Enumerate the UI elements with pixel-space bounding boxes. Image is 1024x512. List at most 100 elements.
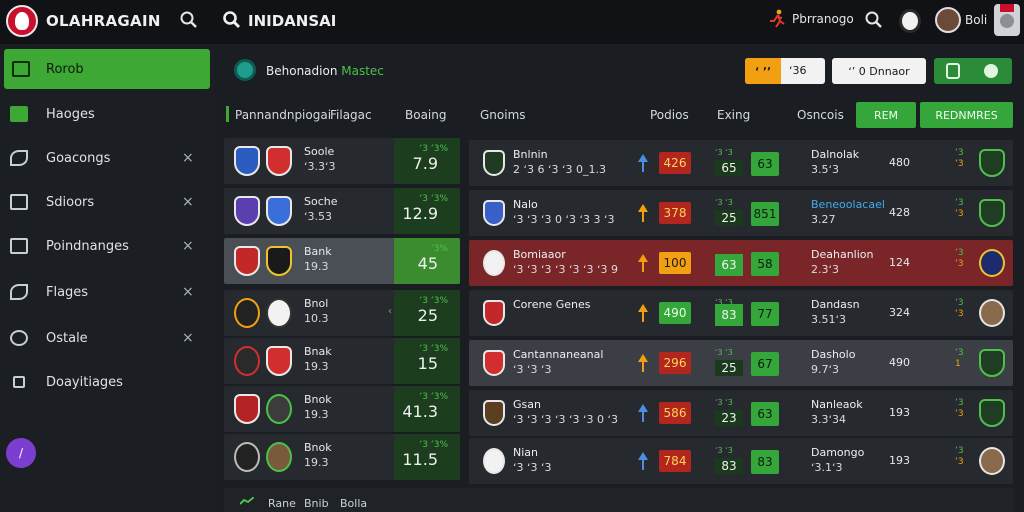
odds-change: ʻ3 ʻ3% — [419, 194, 448, 204]
ball-icon — [266, 298, 292, 328]
odds-cell[interactable]: 63 — [715, 254, 743, 276]
close-icon[interactable]: × — [182, 238, 194, 254]
odds-button[interactable]: 67 — [751, 352, 779, 376]
match-row[interactable]: Nian ʻ3 ʻ3 ʻ3 784 ʻ3 ʻ3 83 83 Damongo ʻ3.1ʻ3 193… — [469, 438, 1013, 484]
odds-button[interactable]: 426 — [659, 152, 691, 174]
column-header[interactable]: Filagac — [330, 108, 372, 122]
odds-button[interactable]: 296 — [659, 352, 691, 374]
view-toggle[interactable] — [934, 58, 1012, 84]
table-row[interactable]: Soche ʻ3.53 ʻ3 ʻ3% 12.9 — [224, 188, 460, 234]
odds-button[interactable]: 851 — [751, 202, 779, 226]
odds-cell[interactable]: 23 — [715, 410, 743, 426]
odds-button[interactable]: 586 — [659, 402, 691, 424]
sidebar-item-doayitiages[interactable]: Doayitiages — [0, 362, 210, 402]
match-row[interactable]: Bnlnin 2 ʻ3 6 ʻ3 ʻ3 0_1.3 426 ʻ3 ʻ3 65 63 Daln… — [469, 140, 1013, 186]
brand-logo[interactable] — [6, 5, 38, 37]
match-row[interactable]: Gsan ʻ3 ʻ3 ʻ3 ʻ3 ʻ3 ʻ3 0 ʻ3 586 ʻ3 ʻ3 23 63 Na… — [469, 390, 1013, 436]
odds-cell[interactable]: 25 — [715, 210, 743, 226]
avatar[interactable] — [935, 7, 961, 33]
sidebar-item-sdioors[interactable]: Sdioors × — [0, 182, 210, 222]
column-header[interactable]: Pannandnpiogai — [235, 108, 331, 122]
odds-change: ʻ3% — [430, 244, 448, 254]
table-row[interactable]: Bnak 19.3 ʻ3 ʻ3% 15 — [224, 338, 460, 384]
match-stat: ʻ3 ʻ3 ʻ3 ʻ3 ʻ3 ʻ3 0 ʻ3 — [513, 413, 618, 426]
filter-dropdown[interactable]: ʻ ʼʼ ʻ36 — [745, 58, 825, 84]
market-name: Dalnolak — [811, 148, 860, 161]
sidebar-item-haoges[interactable]: Haoges — [0, 94, 210, 134]
team-crest — [234, 146, 260, 176]
avatar-label: Boli — [965, 13, 988, 27]
odds-change: ʻ3 ʻ3% — [419, 392, 448, 402]
footer-link[interactable]: Rane — [268, 497, 296, 510]
club-badge — [979, 349, 1005, 377]
column-header[interactable]: Gnoims — [480, 108, 526, 122]
market-value: 428 — [889, 206, 910, 219]
table-row[interactable]: Bnok 19.3 ʻ3 ʻ3% 41.3 — [224, 386, 460, 432]
action-fab-button[interactable]: / — [6, 438, 36, 468]
sidebar-item-ostale[interactable]: Ostale × — [0, 318, 210, 358]
close-icon[interactable]: × — [182, 150, 194, 166]
column-header[interactable]: Boaing — [405, 108, 446, 122]
team-crest — [234, 394, 260, 424]
sidebar-item-flages[interactable]: Flages × — [0, 272, 210, 312]
team-crest — [483, 350, 505, 376]
match-row[interactable]: Nalo ʻ3 ʻ3 ʻ3 0 ʻ3 ʻ3 3 ʻ3 378 ʻ3 ʻ3 25 851 Be… — [469, 190, 1013, 236]
odds-cell[interactable]: 65 — [715, 160, 743, 176]
odds-cell[interactable]: 25 — [715, 360, 743, 376]
odds-button[interactable]: 58 — [751, 252, 779, 276]
odds-cell[interactable]: 83 — [715, 304, 743, 326]
status-indicator: ʻ3 ʻ3 — [955, 148, 964, 169]
match-row[interactable]: Corene Genes 490 ʻ3 ʻ3 83 77 Dandasn 3.51ʻ3 324… — [469, 290, 1013, 336]
odds-cell[interactable]: 83 — [715, 458, 743, 474]
sidebar-item-label: Sdioors — [46, 194, 95, 210]
team-name: Soche — [304, 195, 338, 208]
filter-chip: ʻ ʼʼ — [745, 58, 781, 84]
search-icon[interactable] — [865, 11, 883, 29]
odds-value: 25 — [417, 306, 438, 325]
odds-button[interactable]: 378 — [659, 202, 691, 224]
match-row[interactable]: Bomiaaor ʻ3 ʻ3 ʻ3 ʻ3 ʻ3 ʻ3 ʻ3 9 100 63 58 Dea… — [469, 240, 1013, 286]
team-crest — [483, 300, 505, 326]
odds-button[interactable]: 100 — [659, 252, 691, 274]
sidebar-item-rorob[interactable]: Rorob — [4, 49, 210, 89]
circle-icon — [984, 64, 998, 78]
close-icon[interactable]: × — [182, 284, 194, 300]
market-stat: ʻ3.1ʻ3 — [811, 461, 843, 474]
team-crest — [234, 298, 260, 328]
rem-button[interactable]: REM — [856, 102, 916, 128]
search-icon[interactable] — [223, 11, 241, 29]
odds-button[interactable]: 77 — [751, 302, 779, 326]
date-filter[interactable]: ʻʼ 0 Dnnaor — [832, 58, 926, 84]
profile-photo[interactable] — [994, 4, 1020, 36]
user-menu[interactable]: Pbrranogo — [768, 9, 854, 29]
table-row[interactable]: Bnol 10.3 ‹ ʻ3 ʻ3% 25 — [224, 290, 460, 336]
close-icon[interactable]: × — [182, 330, 194, 346]
market-stat: 3.3ʻ34 — [811, 413, 846, 426]
search-icon[interactable] — [180, 11, 198, 29]
close-icon[interactable]: × — [182, 194, 194, 210]
column-header[interactable]: Osncois — [797, 108, 844, 122]
table-row[interactable]: Bnok 19.3 ʻ3 ʻ3% 11.5 — [224, 434, 460, 480]
shield-icon[interactable] — [899, 9, 921, 33]
column-header[interactable]: Podios — [650, 108, 689, 122]
globe-icon — [234, 59, 256, 81]
sidebar-item-poindnanges[interactable]: Poindnanges × — [0, 226, 210, 266]
team-crest — [234, 346, 260, 376]
team-crest — [266, 346, 292, 376]
footer-link[interactable]: Bnib — [304, 497, 329, 510]
sidebar-item-goacongs[interactable]: Goacongs × — [0, 138, 210, 178]
footer-link[interactable]: Bolla — [340, 497, 367, 510]
rednmres-button[interactable]: REDNMRES — [920, 102, 1013, 128]
table-row[interactable]: Soole ʻ3.3ʻ3 ʻ3 ʻ3% 7.9 — [224, 138, 460, 184]
team-name: Bnok — [304, 393, 332, 406]
odds-button[interactable]: 784 — [659, 450, 691, 472]
odds-button[interactable]: 83 — [751, 450, 779, 474]
odds-change: ʻ3 ʻ3 — [715, 348, 733, 357]
team-name: Bnok — [304, 441, 332, 454]
column-header[interactable]: Exing — [717, 108, 750, 122]
odds-button[interactable]: 63 — [751, 152, 779, 176]
odds-button[interactable]: 63 — [751, 402, 779, 426]
match-row[interactable]: Cantannaneanal ʻ3 ʻ3 ʻ3 296 ʻ3 ʻ3 25 67 Dashol… — [469, 340, 1013, 386]
odds-button[interactable]: 490 — [659, 302, 691, 324]
table-row[interactable]: Bank 19.3 ʻ3% 45 — [224, 238, 460, 284]
